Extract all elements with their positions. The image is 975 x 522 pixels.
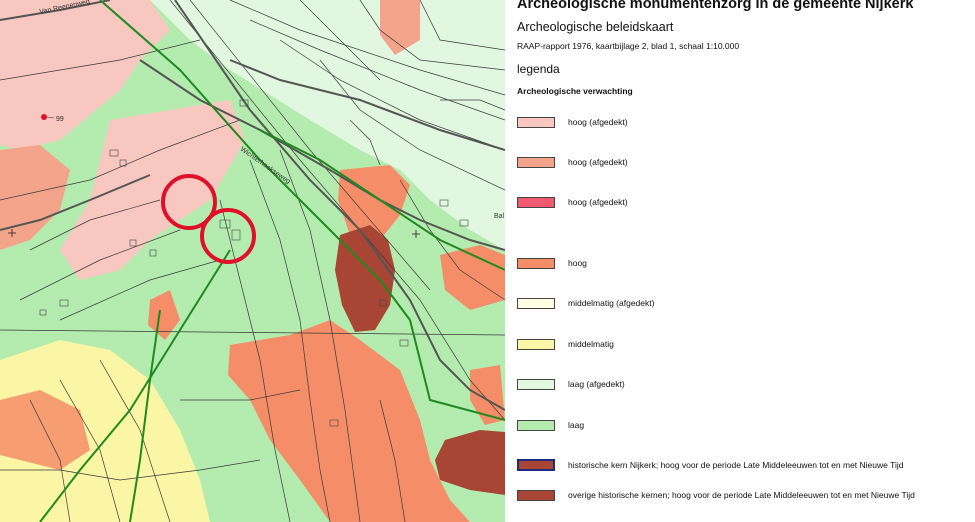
legend-swatch <box>517 378 555 390</box>
legend-label: laag <box>568 420 585 430</box>
legend-label: historische kern Nijkerk; hoog voor de p… <box>568 460 904 470</box>
legend-label: middelmatig <box>568 339 614 349</box>
legend-item: hoog <box>517 256 587 270</box>
legend-label: hoog <box>568 258 587 268</box>
legend-category: Archeologische verwachting <box>517 86 633 96</box>
legend-label: laag (afgedekt) <box>568 379 625 389</box>
legend-item: middelmatig <box>517 337 614 351</box>
map-panel[interactable]: 99 Van Reenenweg Wichterhoekseweg Bal <box>0 0 505 522</box>
legend-heading: legenda <box>517 62 560 76</box>
legend-swatch <box>517 257 555 269</box>
legend-swatch <box>517 459 555 471</box>
legend-label: middelmatig (afgedekt) <box>568 298 655 308</box>
legend-item: hoog (afgedekt) <box>517 155 628 169</box>
legend-item: laag (afgedekt) <box>517 377 625 391</box>
legend-item: middelmatig (afgedekt) <box>517 296 654 310</box>
legend-swatch <box>517 338 555 350</box>
map-canvas[interactable]: 99 Van Reenenweg Wichterhoekseweg Bal <box>0 0 505 522</box>
legend-panel: Archeologische monumentenzorg in de geme… <box>505 0 975 522</box>
legend-label: hoog (afgedekt) <box>568 117 628 127</box>
legend-item: historische kern Nijkerk; hoog voor de p… <box>517 458 903 472</box>
legend-item: overige historische kernen; hoog voor de… <box>517 488 915 502</box>
legend-swatch <box>517 419 555 431</box>
legend-item: laag <box>517 418 584 432</box>
map-subtitle: Archeologische beleidskaart <box>517 20 674 34</box>
legend-swatch <box>517 489 555 501</box>
street-label-3: Bal <box>494 213 505 220</box>
legend-swatch <box>517 156 555 168</box>
legend-item: hoog (afgedekt) <box>517 195 628 209</box>
legend-swatch <box>517 116 555 128</box>
legend-label: overige historische kernen; hoog voor de… <box>568 490 915 500</box>
map-title: Archeologische monumentenzorg in de geme… <box>517 0 914 12</box>
legend-item: hoog (afgedekt) <box>517 115 628 129</box>
legend-swatch <box>517 196 555 208</box>
legend-swatch <box>517 297 555 309</box>
legend-label: hoog (afgedekt) <box>568 157 628 167</box>
legend-label: hoog (afgedekt) <box>568 197 628 207</box>
findspot-dot[interactable] <box>41 114 47 120</box>
report-reference: RAAP-rapport 1976, kaartbijlage 2, blad … <box>517 41 740 51</box>
findspot-number: 99 <box>56 116 64 123</box>
